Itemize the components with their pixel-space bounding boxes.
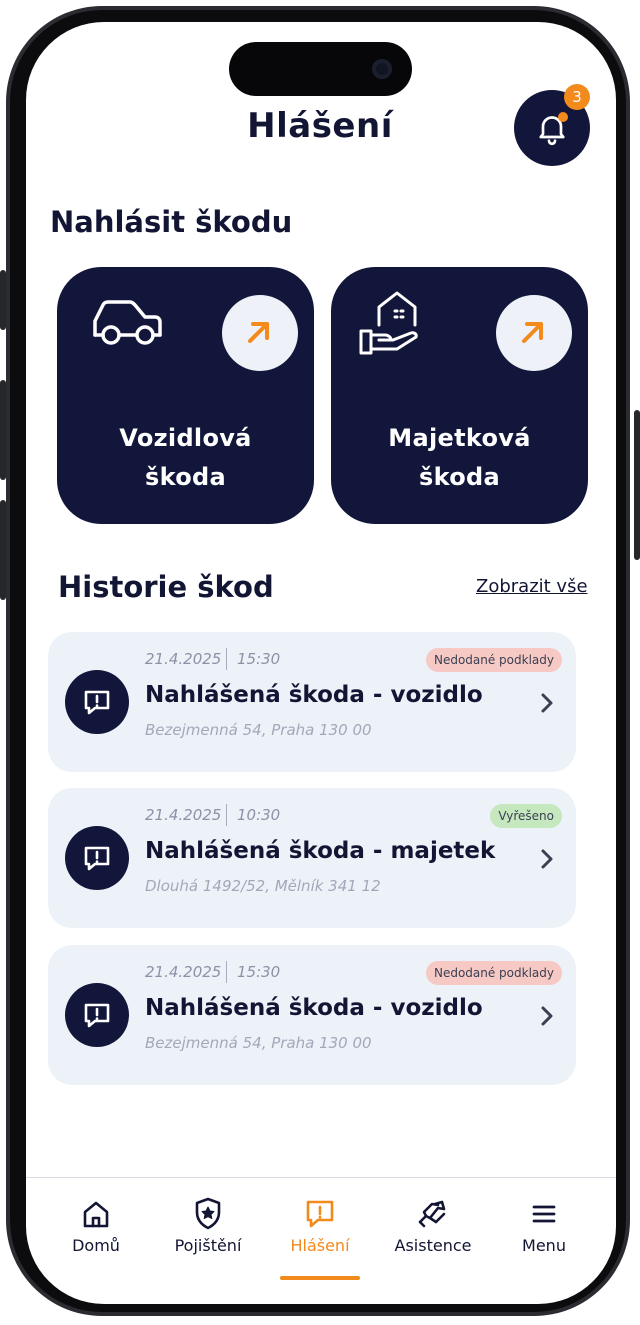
tab-label: Menu — [522, 1236, 566, 1255]
property-damage-tile[interactable]: Majetková škoda — [331, 267, 588, 524]
chevron-right-icon — [541, 849, 553, 869]
item-date: 21.4.2025 — [145, 963, 222, 981]
tab-label: Asistence — [394, 1236, 472, 1255]
tab-label: Hlášení — [290, 1236, 350, 1255]
item-date: 21.4.2025 — [145, 650, 222, 668]
status-badge: Nedodané podklady — [425, 961, 562, 985]
notification-badge: 3 — [564, 84, 590, 110]
notification-dot — [558, 112, 568, 122]
report-section-title: Nahlásit škodu — [50, 205, 293, 239]
tab-menu[interactable]: Menu — [485, 1196, 603, 1255]
tab-insurance[interactable]: Pojištění — [149, 1196, 267, 1255]
active-tab-indicator — [280, 1276, 360, 1280]
status-badge: Vyřešeno — [490, 804, 562, 828]
item-address: Bezejmenná 54, Praha 130 00 — [145, 1034, 372, 1052]
tab-assistance[interactable]: Asistence — [374, 1196, 492, 1255]
tab-label: Domů — [72, 1236, 120, 1255]
item-address: Dlouhá 1492/52, Mělník 341 12 — [145, 877, 381, 895]
arrow-up-right-icon — [248, 322, 269, 343]
vehicle-damage-tile[interactable]: Vozidlová škoda — [57, 267, 314, 524]
tab-home[interactable]: Domů — [37, 1196, 155, 1255]
report-bubble-icon — [65, 826, 129, 890]
tab-reports[interactable]: Hlášení — [261, 1196, 379, 1255]
menu-icon — [532, 1205, 556, 1223]
report-bubble-icon — [65, 670, 129, 734]
chevron-right-icon — [541, 1006, 553, 1026]
home-icon — [83, 1201, 109, 1228]
status-badge: Nedodané podklady — [425, 648, 562, 672]
dynamic-island — [229, 42, 412, 96]
item-time: 15:30 — [237, 650, 281, 668]
tile-label: Majetková škoda — [388, 424, 531, 491]
side-button — [0, 380, 6, 480]
open-vehicle-damage-button[interactable] — [222, 295, 298, 371]
item-title: Nahlášená škoda - majetek — [145, 838, 496, 864]
assistance-icon — [418, 1200, 446, 1228]
divider — [226, 648, 227, 670]
chevron-right-icon — [541, 693, 553, 713]
shield-star-icon — [195, 1197, 221, 1230]
report-bubble-icon — [65, 983, 129, 1047]
side-button — [0, 270, 6, 330]
history-section-title: Historie škod — [58, 570, 274, 604]
tabbar-divider — [26, 1177, 616, 1178]
item-date: 21.4.2025 — [145, 806, 222, 824]
open-property-damage-button[interactable] — [496, 295, 572, 371]
car-icon — [93, 300, 162, 345]
show-all-link[interactable]: Zobrazit vše — [476, 576, 588, 597]
camera-icon — [372, 59, 392, 79]
report-icon — [306, 1200, 334, 1228]
property-hand-icon — [359, 291, 418, 355]
tile-label: Vozidlová škoda — [119, 424, 252, 491]
item-title: Nahlášená škoda - vozidlo — [145, 995, 483, 1021]
divider — [226, 961, 227, 983]
history-item[interactable]: 21.4.2025 15:30 Nedodané podklady Nahláš… — [48, 632, 576, 772]
history-item[interactable]: 21.4.2025 15:30 Nedodané podklady Nahláš… — [48, 945, 576, 1085]
side-button — [634, 410, 640, 560]
tab-label: Pojištění — [174, 1236, 242, 1255]
item-title: Nahlášená škoda - vozidlo — [145, 682, 483, 708]
item-address: Bezejmenná 54, Praha 130 00 — [145, 721, 372, 739]
item-time: 10:30 — [237, 806, 281, 824]
history-item[interactable]: 21.4.2025 10:30 Vyřešeno Nahlášená škoda… — [48, 788, 576, 928]
item-time: 15:30 — [237, 963, 281, 981]
arrow-up-right-icon — [522, 322, 543, 343]
divider — [226, 804, 227, 826]
side-button — [0, 500, 6, 600]
